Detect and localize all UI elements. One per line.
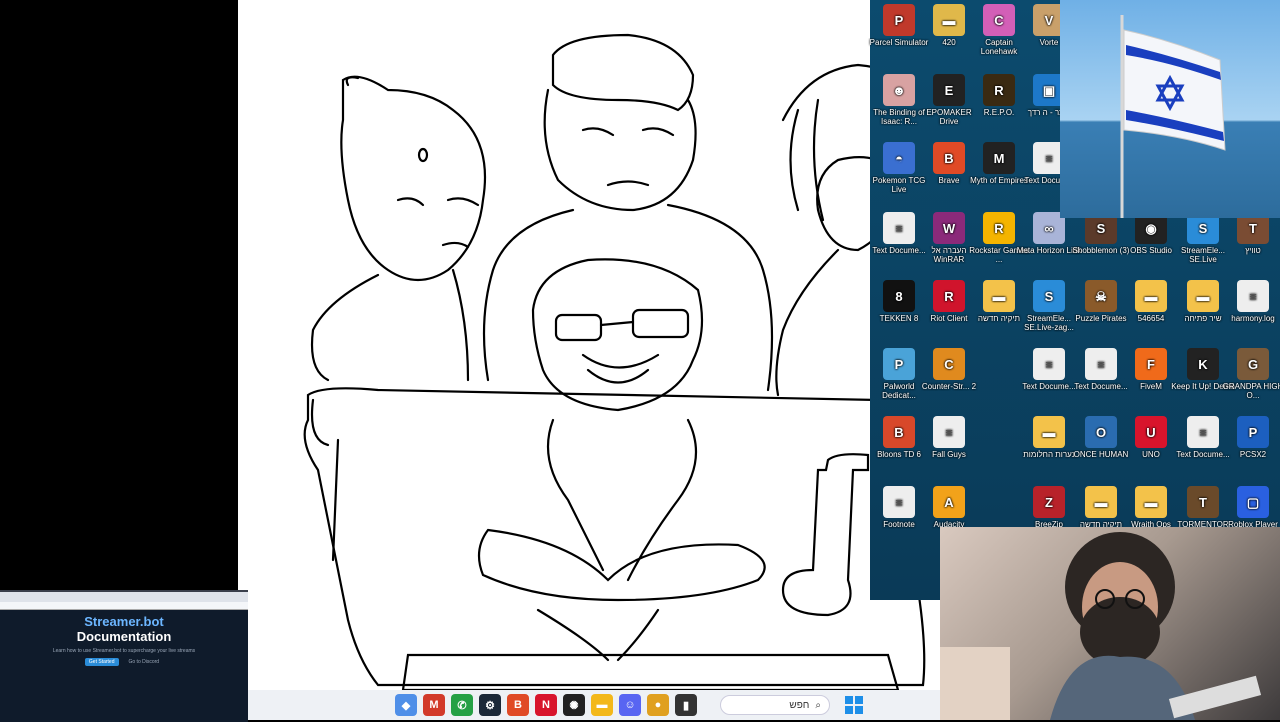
netflix-icon[interactable]: N [535,694,557,716]
app-icon: P [883,4,915,36]
left-black-area [0,0,238,590]
browser-url-bar[interactable] [0,602,248,610]
app-icon: ▬ [1135,486,1167,518]
whatsapp-icon[interactable]: ✆ [451,694,473,716]
app-icon: R [983,212,1015,244]
search-icon: ⌕ [815,699,821,711]
desktop-icon[interactable]: C Counter-Str... 2 [916,348,982,391]
page-title: Documentation [76,629,172,644]
app-icon: ▬ [1033,416,1065,448]
app-icon: E [933,74,965,106]
search-text: חפש [789,699,810,711]
app-icon: T [1187,486,1219,518]
app-icon: A [933,486,965,518]
taskbar: ◆ M ✆ ⚙ B N ✺ ▬ ☺ ● ▮ חפש ⌕ [248,690,940,720]
terminal-icon[interactable]: ▮ [675,694,697,716]
windows-start-icon[interactable] [844,695,864,715]
app-icon: ≡ [1085,348,1117,380]
app-icon: ☠ [1085,280,1117,312]
israel-flag-overlay [1060,0,1280,218]
app-icon: P [883,348,915,380]
webcam-person [940,532,1262,720]
app-icon: W [933,212,965,244]
app-icon: ▢ [1237,486,1269,518]
app-icon: ▬ [933,4,965,36]
app-icon: U [1135,416,1167,448]
app-icon: ≡ [883,486,915,518]
app-icon: ≡ [1033,348,1065,380]
browser-window[interactable]: Streamer.bot Documentation Learn how to … [0,590,248,722]
desktop-icon-label: GRANDPA HIGH O... [1222,382,1280,400]
app-icon: R [983,74,1015,106]
app-icon: ◓ [883,142,915,174]
desktop-icon[interactable]: P PCSX2 [1220,416,1280,459]
chatgpt-icon[interactable]: ✺ [563,694,585,716]
app-icon: Z [1033,486,1065,518]
app-icon: O [1085,416,1117,448]
app-icon[interactable]: ● [647,694,669,716]
desktop-icon[interactable]: ≡ harmony.log [1220,280,1280,323]
discord-button[interactable]: Go to Discord [125,658,164,666]
app-icon: 8 [883,280,915,312]
desktop-icon-label: טוויץ [1245,246,1261,255]
app-icon: C [983,4,1015,36]
app-icon: B [933,142,965,174]
mail-icon[interactable]: M [423,694,445,716]
sketch-drawing [303,33,940,692]
drawing-canvas[interactable] [238,0,940,692]
app-icon: ▬ [1085,486,1117,518]
app-icon: ☻ [883,74,915,106]
app-icon: M [983,142,1015,174]
desktop-icon-label: PCSX2 [1239,450,1267,459]
desktop-icon[interactable]: G GRANDPA HIGH O... [1220,348,1280,400]
flag-icon [1120,15,1226,218]
taskbar-search[interactable]: חפש ⌕ [720,695,830,715]
tagline: Learn how to use Streamer.bot to superch… [52,648,196,654]
discord-icon[interactable]: ☺ [619,694,641,716]
app-icon: ≡ [1187,416,1219,448]
app-icon: G [1237,348,1269,380]
webcam-overlay [940,527,1280,720]
steam-icon[interactable]: ⚙ [479,694,501,716]
app-icon: P [1237,416,1269,448]
app-icon: F [1135,348,1167,380]
taskbar-apps: ◆ M ✆ ⚙ B N ✺ ▬ ☺ ● ▮ [392,694,700,716]
desktop-icon-label: Fall Guys [932,450,966,459]
app-icon: K [1187,348,1219,380]
desktop-icon[interactable]: A Audacity [916,486,982,529]
get-started-button[interactable]: Get Started [84,658,119,666]
desktop-icon[interactable]: ≡ Fall Guys [916,416,982,459]
browser-tabs[interactable] [0,592,248,602]
desktop-icon[interactable]: T טוויץ [1220,212,1280,255]
app-icon: C [933,348,965,380]
desktop-icon[interactable]: ▢ Roblox Player [1220,486,1280,529]
brave-icon[interactable]: B [507,694,529,716]
dev-home-icon[interactable]: ◆ [395,694,417,716]
site-brand: Streamer.bot [84,614,164,629]
app-icon: ≡ [1237,280,1269,312]
app-icon: ≡ [933,416,965,448]
app-icon: R [933,280,965,312]
app-icon: S [1033,280,1065,312]
desktop-icon-label: Counter-Str... 2 [921,382,977,391]
app-icon: ▬ [983,280,1015,312]
app-icon: ▬ [1135,280,1167,312]
app-icon: ▬ [1187,280,1219,312]
app-icon: B [883,416,915,448]
file-explorer-icon[interactable]: ▬ [591,694,613,716]
desktop-icon-label: harmony.log [1231,314,1275,323]
app-icon: ≡ [883,212,915,244]
